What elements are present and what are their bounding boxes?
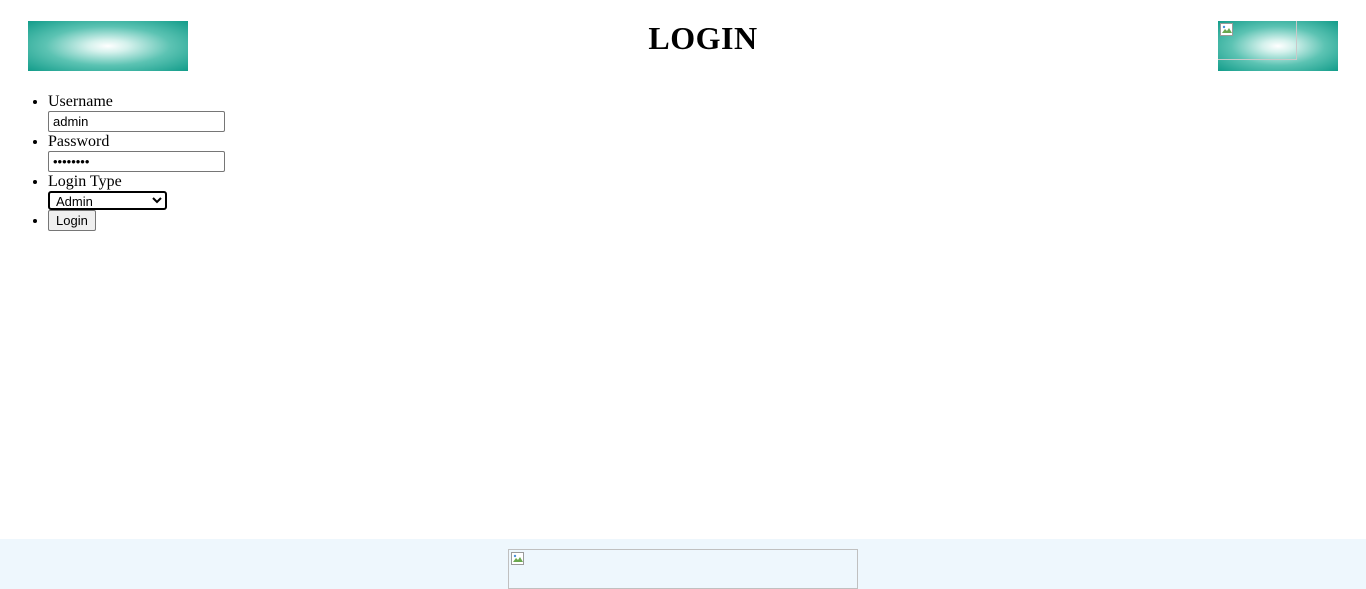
- form-item-submit: Login: [48, 210, 225, 231]
- login-type-label: Login Type: [48, 173, 122, 190]
- header-logo-right: [1218, 21, 1338, 71]
- broken-image-glyph-icon: [1220, 23, 1233, 36]
- login-form: Username Password Login Type Admin Login: [8, 92, 225, 231]
- password-label: Password: [48, 133, 110, 150]
- page-title: LOGIN: [648, 20, 758, 56]
- username-input[interactable]: [48, 111, 225, 132]
- password-input[interactable]: [48, 151, 225, 172]
- broken-image-icon: [1218, 21, 1297, 60]
- login-button[interactable]: Login: [48, 210, 96, 231]
- footer: [0, 539, 1366, 589]
- username-label: Username: [48, 93, 113, 110]
- login-page: LOGIN Username Password Login Type Admin…: [0, 0, 1366, 589]
- footer-image: [508, 549, 858, 589]
- login-type-select[interactable]: Admin: [48, 191, 167, 210]
- form-item-login-type: Login Type Admin: [48, 172, 225, 210]
- broken-image-icon: [511, 552, 524, 565]
- form-item-password: Password: [48, 132, 225, 172]
- form-item-username: Username: [48, 92, 225, 132]
